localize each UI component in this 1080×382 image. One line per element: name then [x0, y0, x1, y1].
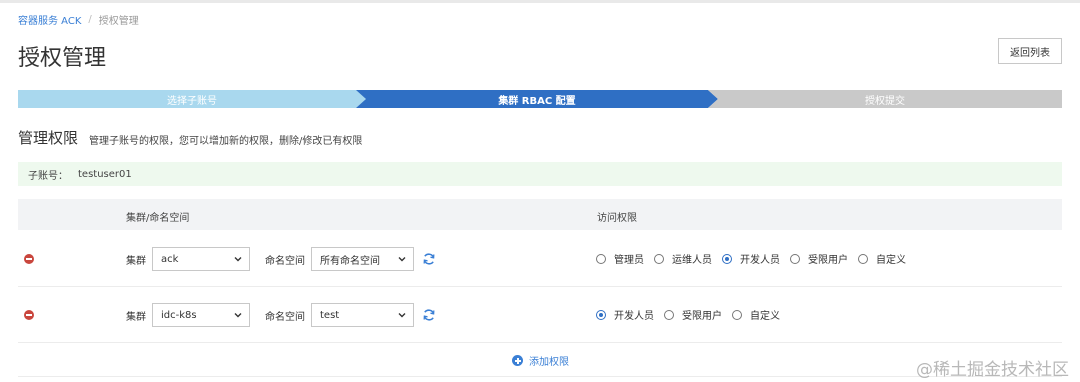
chevron-down-icon: [234, 257, 242, 262]
role-option-restricted[interactable]: 受限用户: [664, 307, 722, 322]
role-label: 自定义: [876, 255, 906, 266]
namespace-select[interactable]: test: [311, 303, 414, 327]
radio-button[interactable]: [858, 253, 868, 264]
step-rbac-config: 集群 RBAC 配置: [356, 90, 718, 108]
breadcrumb-separator: /: [88, 14, 92, 25]
step-label: 集群 RBAC 配置: [498, 95, 576, 107]
breadcrumb-root-link[interactable]: 容器服务 ACK: [18, 12, 81, 27]
subaccount-value: testuser01: [78, 168, 132, 180]
namespace-select[interactable]: 所有命名空间: [311, 247, 414, 271]
role-option-developer[interactable]: 开发人员: [722, 251, 780, 266]
plus-circle-icon: [512, 355, 523, 366]
breadcrumb: 容器服务 ACK / 授权管理: [18, 12, 139, 27]
role-label: 管理员: [614, 255, 644, 266]
table-header: 集群/命名空间 访问权限: [18, 199, 1062, 230]
cluster-label: 集群: [126, 312, 146, 323]
chevron-down-icon: [398, 257, 406, 262]
top-divider: [0, 0, 1080, 3]
remove-row-icon[interactable]: [24, 254, 34, 264]
role-label: 受限用户: [682, 311, 722, 322]
access-radio-group: 开发人员 受限用户 自定义: [596, 307, 790, 322]
table-row: 集群 idc-k8s 命名空间 test 开发人员 受限用户 自定义: [18, 287, 1062, 343]
radio-button[interactable]: [790, 253, 800, 264]
refresh-icon[interactable]: [422, 308, 436, 322]
role-option-custom[interactable]: 自定义: [858, 251, 906, 266]
role-label: 运维人员: [672, 255, 712, 266]
namespace-label: 命名空间: [265, 256, 305, 267]
subaccount-banner: 子账号： testuser01: [18, 162, 1062, 186]
section-title: 管理权限: [18, 129, 79, 147]
chevron-down-icon: [398, 313, 406, 318]
table-row: 集群 ack 命名空间 所有命名空间 管理员 运维人员 开发人员 受限用户 自定…: [18, 231, 1062, 287]
namespace-value: test: [320, 309, 340, 321]
access-radio-group: 管理员 运维人员 开发人员 受限用户 自定义: [596, 251, 916, 266]
chevron-down-icon: [234, 313, 242, 318]
namespace-value: 所有命名空间: [320, 255, 380, 267]
add-permission-label: 添加权限: [529, 357, 569, 368]
radio-button[interactable]: [732, 309, 742, 320]
radio-button[interactable]: [664, 309, 674, 320]
bottom-divider: [18, 376, 1062, 377]
radio-button-selected[interactable]: [722, 253, 732, 264]
radio-button[interactable]: [596, 253, 606, 264]
remove-row-icon[interactable]: [24, 310, 34, 320]
cluster-select[interactable]: idc-k8s: [152, 303, 250, 327]
role-option-developer[interactable]: 开发人员: [596, 307, 654, 322]
radio-button-selected[interactable]: [596, 309, 606, 320]
step-label: 授权提交: [865, 95, 905, 107]
role-option-restricted[interactable]: 受限用户: [790, 251, 848, 266]
section-description: 管理子账号的权限，您可以增加新的权限，删除/修改已有权限: [89, 136, 363, 147]
namespace-label: 命名空间: [265, 312, 305, 323]
add-permission-button[interactable]: 添加权限: [512, 353, 569, 368]
cluster-select[interactable]: ack: [152, 247, 250, 271]
header-cluster-namespace: 集群/命名空间: [126, 213, 190, 224]
back-to-list-button[interactable]: 返回列表: [998, 38, 1062, 64]
cluster-label: 集群: [126, 256, 146, 267]
cluster-value: idc-k8s: [161, 309, 197, 321]
cluster-value: ack: [161, 253, 179, 265]
page-title: 授权管理: [18, 46, 107, 71]
step-select-subaccount: 选择子账号: [18, 90, 366, 108]
role-label: 受限用户: [808, 255, 848, 266]
watermark: @稀土掘金技术社区: [916, 360, 1069, 380]
step-submit: 授权提交: [708, 90, 1062, 108]
role-label: 开发人员: [614, 311, 654, 322]
role-label: 自定义: [750, 311, 780, 322]
step-progress: 选择子账号 集群 RBAC 配置 授权提交: [18, 90, 1062, 108]
role-label: 开发人员: [740, 255, 780, 266]
refresh-icon[interactable]: [422, 252, 436, 266]
header-access: 访问权限: [597, 213, 637, 224]
step-label: 选择子账号: [167, 95, 217, 107]
breadcrumb-current: 授权管理: [98, 16, 139, 27]
subaccount-label: 子账号：: [28, 170, 68, 182]
role-option-admin[interactable]: 管理员: [596, 251, 644, 266]
role-option-ops[interactable]: 运维人员: [654, 251, 712, 266]
radio-button[interactable]: [654, 253, 664, 264]
role-option-custom[interactable]: 自定义: [732, 307, 780, 322]
